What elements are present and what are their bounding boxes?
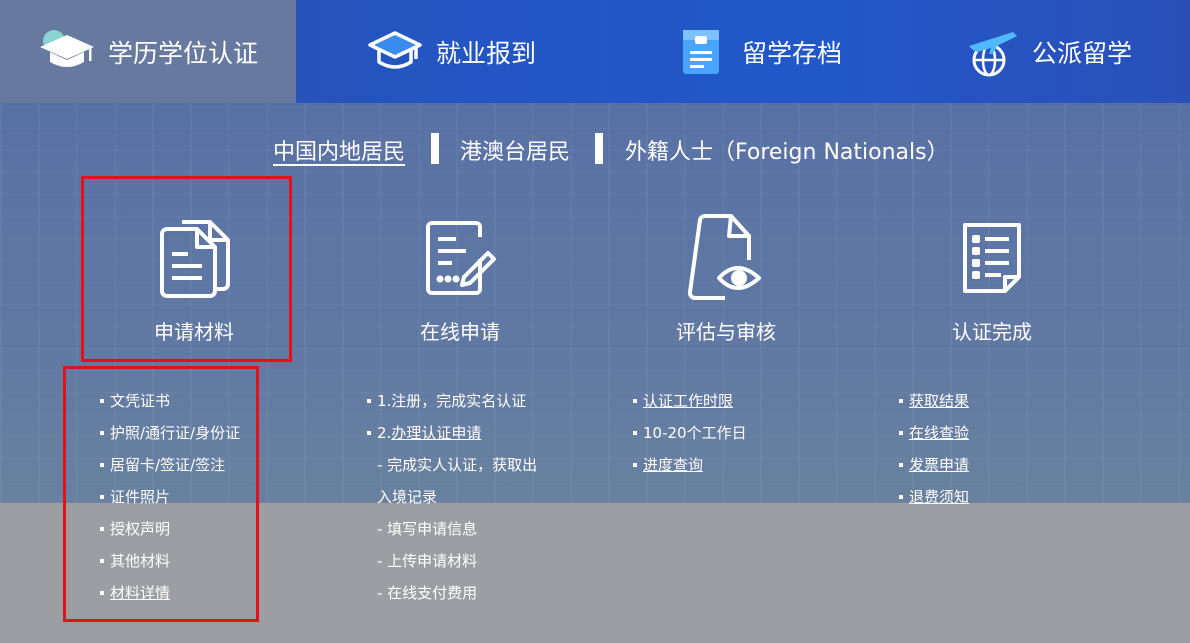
highlight-box-step bbox=[81, 176, 292, 362]
form-edit-icon bbox=[360, 208, 560, 308]
plane-globe-icon bbox=[962, 27, 1020, 77]
apply-verification-link[interactable]: 办理认证申请 bbox=[391, 424, 481, 442]
tab-label: 公派留学 bbox=[1032, 38, 1133, 68]
processing-time-link[interactable]: 认证工作时限 bbox=[633, 385, 747, 417]
step-title: 认证完成 bbox=[952, 320, 1032, 344]
tab-label: 留学存档 bbox=[742, 38, 843, 68]
graduation-cap-icon bbox=[38, 27, 96, 77]
step-online-application: 在线申请 bbox=[360, 208, 560, 345]
progress-query-link[interactable]: 进度查询 bbox=[633, 449, 747, 481]
step-title: 评估与审核 bbox=[676, 320, 776, 344]
list-subitem: - 上传申请材料 bbox=[377, 552, 478, 570]
list-subitem: - 填写申请信息 bbox=[377, 520, 478, 538]
review-list: 认证工作时限 10-20个工作日 进度查询 bbox=[633, 385, 747, 481]
step-prefix: 2. bbox=[377, 424, 392, 442]
tab-employment-report[interactable]: 就业报到 bbox=[366, 0, 536, 103]
step-verification-complete: 认证完成 bbox=[892, 208, 1092, 345]
checklist-icon bbox=[892, 208, 1092, 308]
complete-list: 获取结果 在线查验 发票申请 退费须知 bbox=[899, 385, 969, 513]
materials-detail-link[interactable]: 材料详情 bbox=[100, 577, 240, 609]
online-application-list: 1.注册，完成实名认证 2.办理认证申请 - 完成实人认证，获取出 入境记录 -… bbox=[367, 385, 537, 609]
refund-notice-link[interactable]: 退费须知 bbox=[899, 481, 969, 513]
residency-subnav: 中国内地居民 港澳台居民 外籍人士（Foreign Nationals） bbox=[0, 130, 1190, 170]
list-subitem: - 完成实人认证，获取出 bbox=[377, 456, 538, 474]
mortarboard-icon bbox=[366, 27, 424, 77]
document-eye-icon bbox=[626, 208, 826, 308]
archive-document-icon bbox=[672, 27, 730, 77]
list-item: 2.办理认证申请 bbox=[367, 417, 537, 449]
subnav-separator bbox=[595, 133, 603, 164]
subnav-hk-macao-taiwan[interactable]: 港澳台居民 bbox=[460, 134, 570, 166]
top-nav: 学历学位认证 就业报到 留学存档 公派留学 bbox=[0, 0, 1190, 103]
materials-list: 文凭证书 护照/通行证/身份证 居留卡/签证/签注 证件照片 授权声明 其他材料… bbox=[100, 385, 240, 609]
online-verify-link[interactable]: 在线查验 bbox=[899, 417, 969, 449]
list-item: 居留卡/签证/签注 bbox=[100, 449, 240, 481]
subnav-foreign-nationals[interactable]: 外籍人士（Foreign Nationals） bbox=[625, 134, 949, 166]
subnav-separator bbox=[431, 133, 439, 164]
list-item: 10-20个工作日 bbox=[633, 417, 747, 449]
step-evaluation-review: 评估与审核 bbox=[626, 208, 826, 345]
subnav-mainland-residents[interactable]: 中国内地居民 bbox=[273, 134, 405, 166]
tab-study-abroad-archive[interactable]: 留学存档 bbox=[672, 0, 842, 103]
tab-degree-verification[interactable]: 学历学位认证 bbox=[0, 0, 296, 103]
tab-government-sponsored[interactable]: 公派留学 bbox=[962, 0, 1132, 103]
list-item: 1.注册，完成实名认证 bbox=[367, 385, 537, 417]
list-item: 授权声明 bbox=[100, 513, 240, 545]
list-item: 证件照片 bbox=[100, 481, 240, 513]
list-subitem: 入境记录 bbox=[377, 488, 438, 506]
list-item: 其他材料 bbox=[100, 545, 240, 577]
list-subitem: - 在线支付费用 bbox=[377, 584, 478, 602]
get-result-link[interactable]: 获取结果 bbox=[899, 385, 969, 417]
tab-label: 学历学位认证 bbox=[108, 38, 259, 68]
invoice-request-link[interactable]: 发票申请 bbox=[899, 449, 969, 481]
list-item: 护照/通行证/身份证 bbox=[100, 417, 240, 449]
list-item: 文凭证书 bbox=[100, 385, 240, 417]
step-title: 在线申请 bbox=[420, 320, 500, 344]
tab-label: 就业报到 bbox=[436, 38, 537, 68]
